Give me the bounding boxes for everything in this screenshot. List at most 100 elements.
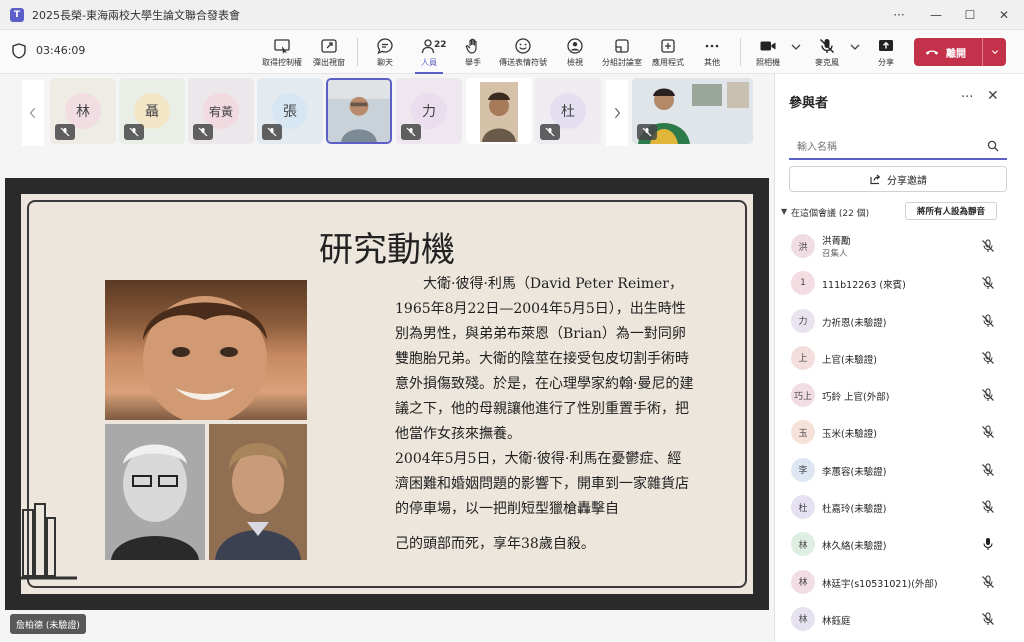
participant-video-tile[interactable] <box>326 78 392 144</box>
apps-icon <box>661 39 675 53</box>
take-control-icon <box>274 39 290 54</box>
people-count: 22 <box>434 40 447 50</box>
strip-next-button[interactable] <box>606 80 628 146</box>
mic-muted-icon <box>982 388 994 402</box>
slide-paragraph-3: 己的頭部而死，享年38歲自殺。 <box>395 536 595 552</box>
in-meeting-section[interactable]: ▼ 在這個會議 (22 個) 將所有人設為靜音 <box>779 202 1019 222</box>
chevron-down-icon <box>991 50 998 55</box>
participant-row[interactable]: 林林廷宇(s10531021)(外部) <box>775 564 1024 601</box>
mic-muted-icon <box>982 425 994 439</box>
avatar: 玉 <box>791 420 815 445</box>
share-label: 分享 <box>878 58 894 67</box>
minimize-button[interactable]: — <box>919 0 953 30</box>
participant-row[interactable]: 杜杜嘉玲(未驗證) <box>775 489 1024 526</box>
avatar: 林 <box>791 606 815 631</box>
participant-row[interactable]: 玉玉米(未驗證) <box>775 414 1024 451</box>
slide-title: 研究動機 <box>319 230 455 270</box>
participant-role: 召集人 <box>822 249 848 259</box>
breakout-rooms-button[interactable]: 分組討論室 <box>596 34 648 70</box>
share-invite-button[interactable]: 分享邀請 <box>789 166 1007 192</box>
chevron-right-icon <box>614 107 621 119</box>
mic-muted-icon <box>982 239 994 252</box>
participant-name: 林廷宇(s10531021)(外部) <box>822 578 938 590</box>
mic-muted-icon <box>55 124 75 140</box>
emoji-icon <box>515 38 531 54</box>
camera-icon <box>760 41 776 51</box>
view-label: 檢視 <box>567 58 583 67</box>
slide-paragraph-1: 大衛·彼得·利馬（David Peter Reimer，1965年8月22日—2… <box>395 276 694 442</box>
participant-row[interactable]: 洪洪菁勵 召集人 <box>775 228 1024 265</box>
raise-hand-icon <box>465 38 477 54</box>
people-label: 人員 <box>421 58 437 67</box>
mute-all-button[interactable]: 將所有人設為靜音 <box>905 202 997 220</box>
participant-name: 林久絡(未驗證) <box>822 541 887 553</box>
participants-panel: 參與者 ··· ✕ 分享邀請 ▼ 在這個會議 (22 個) 將所有人設為靜音 洪… <box>774 74 1024 642</box>
participant-video-tile[interactable] <box>466 78 532 144</box>
avatar: 力 <box>791 308 815 333</box>
participant-tile[interactable]: 杜 <box>535 78 601 144</box>
participant-tile[interactable]: 林 <box>50 78 116 144</box>
teams-window: T 2025長榮-東海兩校大學生論文聯合發表會 ··· — ☐ ✕ 03:46:… <box>0 0 1024 642</box>
more-button[interactable]: 其他 <box>686 34 738 70</box>
toolbar-divider <box>740 38 741 66</box>
send-reaction-button[interactable]: 傳送表情符號 <box>497 34 549 70</box>
participant-row[interactable]: 1 111b12263 (來賓) <box>775 265 1024 302</box>
mic-muted-icon <box>637 124 657 140</box>
mic-muted-icon <box>124 124 144 140</box>
participant-row[interactable]: 力力祈恩(未驗證) <box>775 303 1024 340</box>
more-icon <box>705 44 719 48</box>
participant-name: 111b12263 (來賓) <box>822 280 906 292</box>
toolbar-divider <box>357 38 358 66</box>
search-input[interactable] <box>797 139 977 155</box>
popout-button[interactable]: 彈出視窗 <box>303 34 355 70</box>
collapse-arrow-icon: ▼ <box>781 207 788 216</box>
close-window-button[interactable]: ✕ <box>987 0 1021 30</box>
self-video-tile[interactable] <box>632 78 753 144</box>
camera-label: 照相機 <box>756 58 780 67</box>
strip-prev-button[interactable] <box>22 80 44 146</box>
participant-tile[interactable]: 力 <box>396 78 462 144</box>
avatar: 上 <box>791 345 815 370</box>
avatar: 李 <box>791 457 815 482</box>
mic-muted-icon <box>982 500 994 514</box>
leave-options-chevron[interactable] <box>982 38 1006 66</box>
leave-button[interactable]: 離開 <box>914 38 1006 66</box>
section-title: 在這個會議 (22 個) <box>791 209 870 219</box>
mic-muted-icon <box>982 351 994 364</box>
participant-tile[interactable]: 宥黃 <box>188 78 254 144</box>
share-button[interactable]: 分享 <box>860 34 912 70</box>
mic-muted-icon <box>193 124 213 140</box>
presentation-slide: 研究動機 大衛·彼得·利馬（David Peter Reimer，1965年8月… <box>21 194 753 594</box>
mic-muted-icon <box>982 575 994 588</box>
panel-more-icon[interactable]: ··· <box>961 90 973 105</box>
view-button[interactable]: 檢視 <box>549 34 601 70</box>
mic-on-icon <box>983 538 993 551</box>
avatar: 林 <box>791 532 815 557</box>
participant-search[interactable] <box>789 134 1007 160</box>
participant-row[interactable]: 上上官(未驗證) <box>775 340 1024 377</box>
participant-tile[interactable]: 聶 <box>119 78 185 144</box>
window-title: 2025長榮-東海兩校大學生論文聯合發表會 <box>32 8 240 22</box>
panel-title: 參與者 <box>789 96 829 111</box>
take-control-button[interactable]: 取得控制權 <box>256 34 308 70</box>
participant-tile[interactable]: 張 <box>257 78 323 144</box>
view-icon <box>567 38 583 54</box>
window-more-button[interactable]: ··· <box>882 0 916 30</box>
participant-row[interactable]: 李李蕙容(未驗證) <box>775 452 1024 489</box>
panel-close-icon[interactable]: ✕ <box>987 88 999 104</box>
raise-hand-button[interactable]: 舉手 <box>447 34 499 70</box>
avatar: 林 <box>791 569 815 594</box>
title-bar: T 2025長榮-東海兩校大學生論文聯合發表會 ··· — ☐ ✕ <box>0 0 1024 30</box>
mic-muted-icon <box>540 124 560 140</box>
breakout-icon <box>615 39 629 53</box>
participant-row[interactable]: 林林久絡(未驗證) <box>775 526 1024 563</box>
shared-screen: 研究動機 大衛·彼得·利馬（David Peter Reimer，1965年8月… <box>5 178 769 610</box>
maximize-button[interactable]: ☐ <box>953 0 987 30</box>
teams-logo-icon: T <box>10 7 24 22</box>
more-label: 其他 <box>704 58 720 67</box>
take-control-label: 取得控制權 <box>262 58 302 67</box>
participant-name: 玉米(未驗證) <box>822 429 877 441</box>
young-man-photo <box>209 424 307 560</box>
participant-row[interactable]: 林林鈺庭 <box>775 601 1024 638</box>
participant-row[interactable]: 巧上 巧鈴 上官(外部) <box>775 377 1024 414</box>
